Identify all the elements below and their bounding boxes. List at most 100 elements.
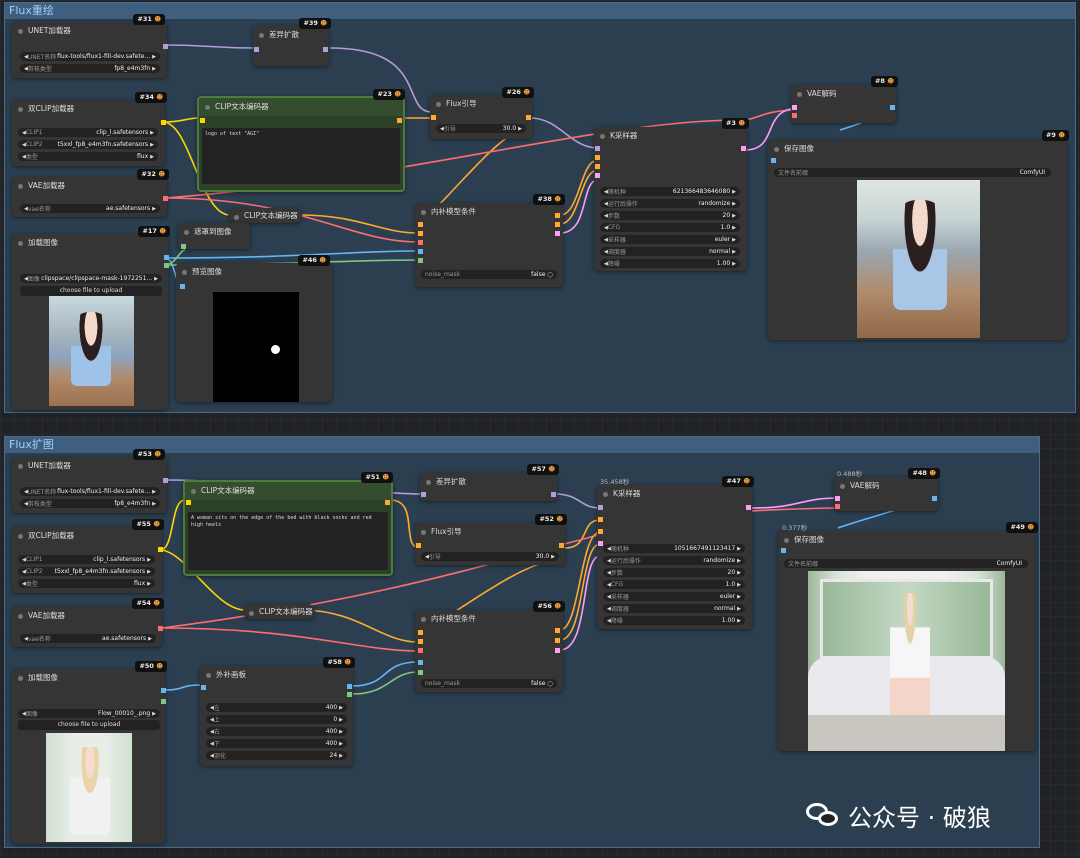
node-unet-loader[interactable]: UNET加载器 #31 ☻ ◀ UNET名称 flux-tools/flux1-fi… xyxy=(12,14,168,78)
noise-mask-toggle[interactable]: noise_mask false ◯ xyxy=(421,270,557,279)
vae-input-port[interactable] xyxy=(792,113,797,118)
vae-input-port[interactable] xyxy=(418,240,423,245)
negative-input-port[interactable] xyxy=(595,164,600,169)
positive-output-port[interactable] xyxy=(555,213,560,218)
arrow-right-icon[interactable]: ▶ xyxy=(732,237,736,243)
image-select-widget[interactable]: ◀ 图像 clipspace/clipspace-mask-1972251... ▶ xyxy=(20,274,162,283)
arrow-right-icon[interactable]: ▶ xyxy=(737,558,741,564)
conditioning-output-port[interactable] xyxy=(397,118,402,123)
node-vae-loader[interactable]: VAE加载器 #32 ☻ ◀ vae名称 ae.safetensors ▶ xyxy=(12,169,169,217)
samples-input-port[interactable] xyxy=(792,105,797,110)
latent-input-port[interactable] xyxy=(598,541,603,546)
ksampler-widget[interactable]: ◀ 随机种 621366483646080 ▶ xyxy=(600,187,740,196)
arrow-right-icon[interactable]: ▶ xyxy=(732,201,736,207)
node-mask-to-image[interactable]: 遮罩到图像 xyxy=(178,223,250,249)
ksampler-widget[interactable]: ◀ 调度器 normal ▶ xyxy=(603,604,745,613)
latent-output-port[interactable] xyxy=(746,505,751,510)
pad-widget[interactable]: ◀ 左 400 ▶ xyxy=(206,703,347,712)
node-unet-loader[interactable]: UNET加载器 #53 ☻ ◀ UNET名称 flux-tools/flux1-fi… xyxy=(12,449,168,513)
arrow-right-icon[interactable]: ▶ xyxy=(150,142,154,148)
node-dual-clip-loader[interactable]: 双CLIP加载器 #55 ☻ ◀ CLIP1 clip_l.safetensors ▶… xyxy=(12,519,164,593)
toggle-icon[interactable]: ◯ xyxy=(547,681,553,687)
node-clip-text-encode-collapsed[interactable]: CLIP文本编码器 xyxy=(243,604,315,619)
model-input-port[interactable] xyxy=(595,146,600,151)
conditioning-output-port[interactable] xyxy=(385,500,390,505)
vae-input-port[interactable] xyxy=(835,504,840,509)
conditioning-output-port[interactable] xyxy=(559,543,564,548)
arrow-right-icon[interactable]: ▶ xyxy=(737,582,741,588)
type-widget[interactable]: ◀ 类型 flux ▶ xyxy=(18,579,155,588)
clip-input-port[interactable] xyxy=(186,500,191,505)
image-input-port[interactable] xyxy=(180,284,185,289)
latent-output-port[interactable] xyxy=(555,231,560,236)
ksampler-widget[interactable]: ◀ 降噪 1.00 ▶ xyxy=(600,259,740,268)
clip-input-port[interactable] xyxy=(200,118,205,123)
ksampler-widget[interactable]: ◀ 降噪 1.00 ▶ xyxy=(603,616,745,625)
unet-name-widget[interactable]: ◀ UNET名称 flux-tools/flux1-fill-dev.safete.… xyxy=(20,487,160,496)
arrow-right-icon[interactable]: ▶ xyxy=(150,154,154,160)
arrow-right-icon[interactable]: ▶ xyxy=(150,130,154,136)
filename-prefix-widget[interactable]: 文件名前缀 ComfyUI xyxy=(784,559,1028,568)
arrow-right-icon[interactable]: ▶ xyxy=(732,225,736,231)
node-save-image[interactable]: 保存图像 #9 ☻ 文件名前缀 ComfyUI xyxy=(768,130,1069,340)
positive-output-port[interactable] xyxy=(555,628,560,633)
vae-input-port[interactable] xyxy=(418,648,423,653)
node-ksampler[interactable]: K采样器 #3 ☻ ◀ 随机种 621366483646080 ▶ ◀ 运行后操作 ran… xyxy=(594,118,749,271)
clip2-widget[interactable]: ◀ CLIP2 t5xxl_fp8_e4m3fn.safetensors ▶ xyxy=(18,140,158,149)
conditioning-input-port[interactable] xyxy=(431,115,436,120)
guidance-widget[interactable]: ◀ 引导 30.0 ▶ xyxy=(436,124,526,133)
model-output-port[interactable] xyxy=(163,44,168,49)
mask-input-port[interactable] xyxy=(418,258,423,263)
mask-output-port[interactable] xyxy=(161,699,166,704)
model-input-port[interactable] xyxy=(421,492,426,497)
arrow-right-icon[interactable]: ▶ xyxy=(737,546,741,552)
arrow-right-icon[interactable]: ▶ xyxy=(339,705,343,711)
image-select-widget[interactable]: ◀ 图像 Flow_00010_.png ▶ xyxy=(18,709,160,718)
arrow-right-icon[interactable]: ▶ xyxy=(732,213,736,219)
prompt-textarea[interactable]: A woman sits on the edge of the bed with… xyxy=(188,512,388,570)
pad-widget[interactable]: ◀ 右 400 ▶ xyxy=(206,727,347,736)
upload-button[interactable]: choose file to upload xyxy=(20,286,162,296)
arrow-right-icon[interactable]: ▶ xyxy=(339,741,343,747)
model-output-port[interactable] xyxy=(551,492,556,497)
pad-widget[interactable]: ◀ 羽化 24 ▶ xyxy=(206,751,347,760)
positive-input-port[interactable] xyxy=(595,155,600,160)
positive-input-port[interactable] xyxy=(418,222,423,227)
arrow-right-icon[interactable]: ▶ xyxy=(152,489,156,495)
arrow-right-icon[interactable]: ▶ xyxy=(152,54,156,60)
node-inpaint-conditioning[interactable]: 内补模型条件 #56 ☻ noise_mask false ◯ xyxy=(415,601,565,692)
arrow-right-icon[interactable]: ▶ xyxy=(551,554,555,560)
clip1-widget[interactable]: ◀ CLIP1 clip_l.safetensors ▶ xyxy=(18,128,158,137)
mask-output-port[interactable] xyxy=(347,692,352,697)
clip-output-port[interactable] xyxy=(161,120,166,125)
node-clip-text-encode-collapsed[interactable]: CLIP文本编码器 xyxy=(228,208,302,223)
pad-widget[interactable]: ◀ 下 400 ▶ xyxy=(206,739,347,748)
node-flux-guidance[interactable]: Flux引导 #26 ☻ ◀ 引导 30.0 ▶ xyxy=(430,87,534,139)
noise-mask-toggle[interactable]: noise_mask false ◯ xyxy=(421,679,557,688)
node-differential-diffusion[interactable]: 差异扩散 #39 ☻ xyxy=(253,18,331,66)
image-output-port[interactable] xyxy=(161,688,166,693)
arrow-right-icon[interactable]: ▶ xyxy=(148,636,152,642)
node-vae-loader[interactable]: VAE加载器 #54 ☻ ◀ vae名称 ae.safetensors ▶ xyxy=(12,598,164,647)
latent-output-port[interactable] xyxy=(555,648,560,653)
node-vae-decode[interactable]: VAE解码 #48 ☻ xyxy=(834,468,940,511)
arrow-right-icon[interactable]: ▶ xyxy=(737,618,741,624)
node-vae-decode[interactable]: VAE解码 #8 ☻ xyxy=(791,76,898,123)
arrow-right-icon[interactable]: ▶ xyxy=(147,581,151,587)
image-input-port[interactable] xyxy=(781,548,786,553)
clip2-widget[interactable]: ◀ CLIP2 t5xxl_fp8_e4m3fn.safetensors ▶ xyxy=(18,567,155,576)
prompt-textarea[interactable]: logo of text "AGI" xyxy=(202,128,400,184)
upload-button[interactable]: choose file to upload xyxy=(18,720,160,730)
conditioning-input-port[interactable] xyxy=(416,543,421,548)
clip-output-port[interactable] xyxy=(158,547,163,552)
positive-input-port[interactable] xyxy=(418,630,423,635)
arrow-right-icon[interactable]: ▶ xyxy=(737,570,741,576)
toggle-icon[interactable]: ◯ xyxy=(547,272,553,278)
samples-input-port[interactable] xyxy=(835,496,840,501)
ksampler-widget[interactable]: ◀ 步数 20 ▶ xyxy=(603,568,745,577)
node-clip-text-encode-positive[interactable]: CLIP文本编码器 #51 ☻ A woman sits on the edge… xyxy=(183,472,393,576)
image-output-port[interactable] xyxy=(347,684,352,689)
dtype-widget[interactable]: ◀ 剪枝类型 fp8_e4m3fn ▶ xyxy=(20,499,160,508)
arrow-right-icon[interactable]: ▶ xyxy=(152,711,156,717)
model-output-port[interactable] xyxy=(163,478,168,483)
